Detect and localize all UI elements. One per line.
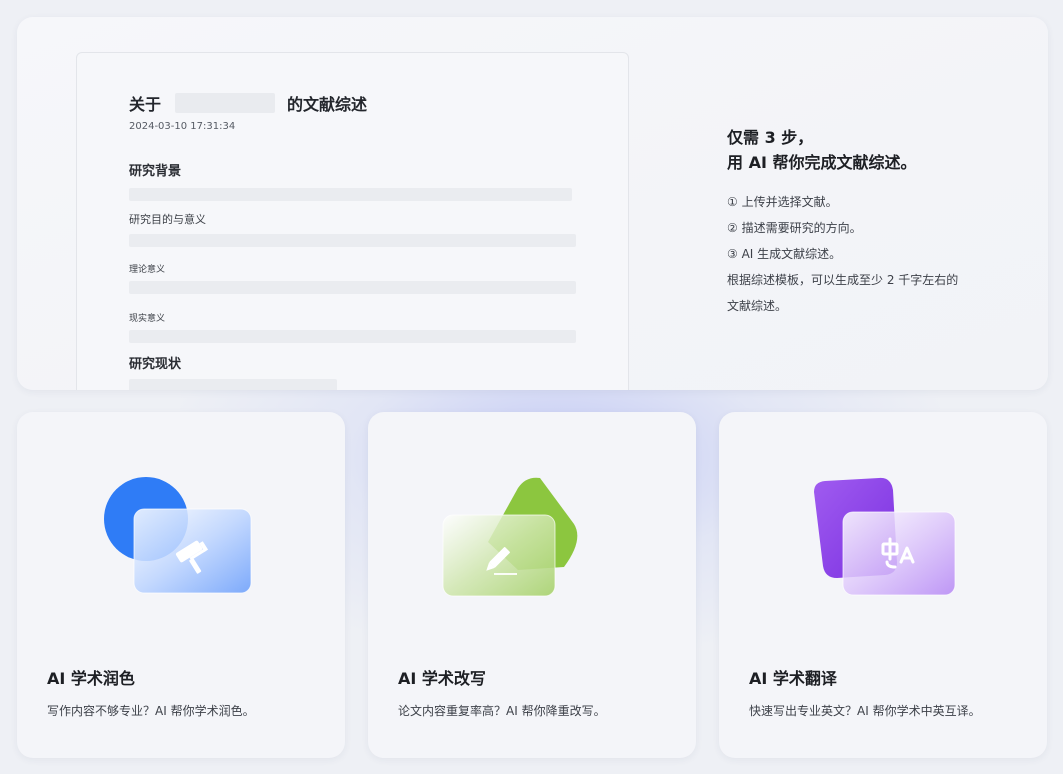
feature-title: AI 学术改写: [398, 669, 486, 688]
feature-title: AI 学术翻译: [749, 669, 837, 688]
placeholder-bar: [129, 379, 337, 390]
purpose-label: 研究目的与意义: [129, 213, 206, 226]
feature-card-rewrite[interactable]: AI 学术改写 论文内容重复率高？AI 帮你降重改写。: [368, 412, 696, 758]
feature-card-translate[interactable]: AI 学术翻译 快速写出专业英文？AI 帮你学术中英互译。: [719, 412, 1047, 758]
placeholder-bar: [129, 281, 576, 294]
document-title: 关于 的文献综述: [129, 91, 367, 115]
placeholder-bar: [129, 330, 576, 343]
intro-title-line1: 仅需 3 步，: [727, 128, 814, 147]
document-title-prefix: 关于: [129, 95, 162, 114]
intro-note-line1: 根据综述模板，可以生成至少 2 千字左右的: [727, 273, 959, 287]
placeholder-bar: [129, 234, 576, 247]
section-background-heading: 研究背景: [129, 164, 182, 179]
document-date: 2024-03-10 17:31:34: [129, 121, 236, 132]
feature-description: 快速写出专业英文？AI 帮你学术中英互译。: [749, 704, 981, 718]
paint-roller-icon: [104, 477, 252, 594]
feature-title: AI 学术润色: [47, 669, 135, 688]
feature-card-polish[interactable]: AI 学术润色 写作内容不够专业？AI 帮你学术润色。: [17, 412, 345, 758]
placeholder-bar: [129, 188, 572, 201]
step-2: ② 描述需要研究的方向。: [727, 221, 862, 235]
pencil-icon: [442, 477, 578, 597]
section-status-heading: 研究现状: [129, 357, 182, 372]
intro-note-line2: 文献综述。: [727, 299, 788, 313]
practical-label: 现实意义: [129, 314, 166, 324]
theory-label: 理论意义: [129, 265, 166, 275]
step-1: ① 上传并选择文献。: [727, 195, 838, 209]
document-preview: 关于 的文献综述 2024-03-10 17:31:34 研究背景 研究目的与意…: [76, 52, 629, 390]
intro-title-line2: 用 AI 帮你完成文献综述。: [727, 153, 917, 172]
feature-description: 写作内容不够专业？AI 帮你学术润色。: [47, 704, 255, 718]
document-title-placeholder: [175, 93, 276, 113]
step-3: ③ AI 生成文献综述。: [727, 247, 842, 261]
intro-panel: 仅需 3 步， 用 AI 帮你完成文献综述。 ① 上传并选择文献。 ② 描述需要…: [727, 125, 1027, 319]
feature-description: 论文内容重复率高？AI 帮你降重改写。: [398, 704, 606, 718]
literature-review-card[interactable]: 关于 的文献综述 2024-03-10 17:31:34 研究背景 研究目的与意…: [17, 17, 1048, 390]
translate-icon: [814, 477, 956, 596]
document-title-suffix: 的文献综述: [287, 95, 368, 114]
